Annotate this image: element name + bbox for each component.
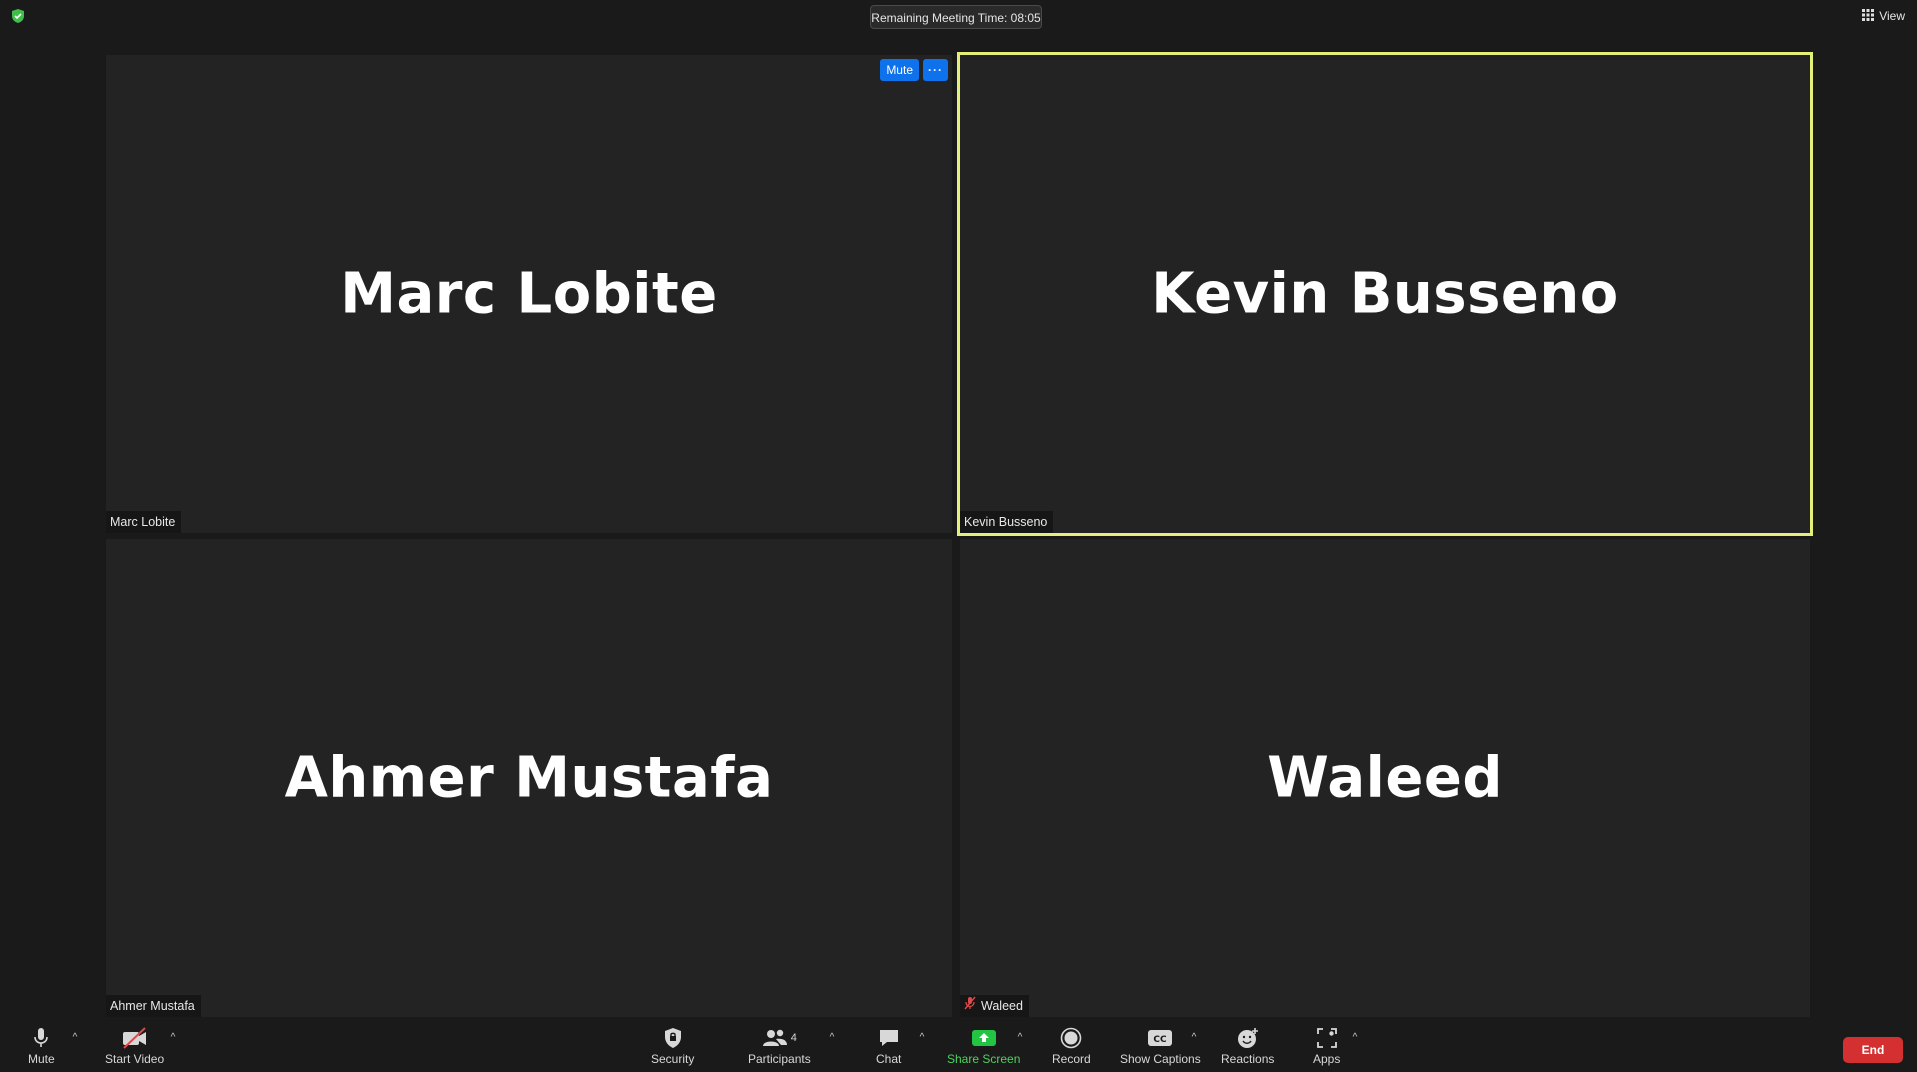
chat-bubble-icon [878, 1026, 900, 1050]
show-captions-label: Show Captions [1120, 1052, 1201, 1066]
participant-name-label: Waleed [960, 995, 1029, 1017]
grid-view-icon [1862, 8, 1875, 24]
chat-button[interactable]: Chat [876, 1026, 901, 1070]
microphone-icon [32, 1026, 50, 1050]
video-tile-kevin-busseno[interactable]: Kevin Busseno Kevin Busseno [957, 52, 1813, 536]
muted-mic-icon [964, 995, 976, 1017]
participant-name-label: Ahmer Mustafa [106, 995, 201, 1017]
audio-options-chevron-up-icon[interactable]: ^ [69, 1032, 81, 1043]
participants-chevron-up-icon[interactable]: ^ [826, 1032, 838, 1043]
apps-icon [1316, 1026, 1338, 1050]
record-icon [1060, 1026, 1082, 1050]
mute-button[interactable]: Mute [28, 1026, 55, 1070]
video-tile-waleed[interactable]: Waleed Waleed [960, 539, 1810, 1017]
participant-name-display: Marc Lobite [340, 261, 718, 327]
encryption-shield-icon[interactable] [10, 8, 26, 24]
security-label: Security [651, 1052, 695, 1066]
share-screen-label: Share Screen [947, 1052, 1021, 1066]
start-video-button[interactable]: Start Video [105, 1026, 164, 1070]
view-button[interactable]: View [1862, 7, 1905, 25]
participant-name-label-text: Kevin Busseno [964, 515, 1048, 529]
participant-name-display: Ahmer Mustafa [284, 745, 774, 811]
video-tile-ahmer-mustafa[interactable]: Ahmer Mustafa Ahmer Mustafa [106, 539, 952, 1017]
chat-label: Chat [876, 1052, 902, 1066]
video-options-chevron-up-icon[interactable]: ^ [167, 1032, 179, 1043]
participant-name-label-text: Marc Lobite [110, 515, 176, 529]
participant-name-label: Marc Lobite [106, 511, 182, 533]
participant-name-label-text: Waleed [981, 999, 1023, 1013]
share-screen-icon [971, 1026, 997, 1050]
captions-chevron-up-icon[interactable]: ^ [1188, 1032, 1200, 1043]
participant-name-label-text: Ahmer Mustafa [110, 999, 195, 1013]
gallery-grid: Marc Lobite Mute ··· Marc Lobite Kevin B… [106, 52, 1813, 1017]
security-button[interactable]: Security [651, 1026, 694, 1070]
record-button[interactable]: Record [1052, 1026, 1091, 1070]
top-bar: Remaining Meeting Time: 08:05 View [0, 0, 1917, 40]
tile-actions: Mute ··· [880, 59, 948, 81]
video-tile-marc-lobite[interactable]: Marc Lobite Mute ··· Marc Lobite [106, 55, 952, 533]
remaining-meeting-time: Remaining Meeting Time: 08:05 [870, 5, 1042, 29]
apps-label: Apps [1313, 1052, 1341, 1066]
svg-text:CC: CC [1154, 1035, 1168, 1045]
participants-icon: 4 [762, 1026, 797, 1050]
participant-name-display: Kevin Busseno [1151, 261, 1619, 327]
view-label: View [1879, 9, 1905, 23]
chat-chevron-up-icon[interactable]: ^ [916, 1032, 928, 1043]
share-screen-chevron-up-icon[interactable]: ^ [1014, 1032, 1026, 1043]
start-video-label: Start Video [105, 1052, 165, 1066]
closed-captions-icon: CC [1147, 1026, 1173, 1050]
participants-count: 4 [790, 1032, 797, 1044]
participants-label: Participants [748, 1052, 811, 1066]
mute-label: Mute [28, 1052, 55, 1066]
participant-name-label: Kevin Busseno [960, 511, 1054, 533]
meeting-toolbar: Mute ^ Start Video ^ Security 4 Particip… [0, 1020, 1917, 1072]
video-off-icon [121, 1026, 149, 1050]
apps-chevron-up-icon[interactable]: ^ [1349, 1032, 1361, 1043]
end-meeting-button[interactable]: End [1843, 1037, 1903, 1063]
share-screen-button[interactable]: Share Screen [947, 1026, 1020, 1070]
tile-more-options-button[interactable]: ··· [923, 59, 948, 81]
participant-name-display: Waleed [1267, 745, 1503, 811]
reactions-button[interactable]: Reactions [1221, 1026, 1274, 1070]
record-label: Record [1052, 1052, 1091, 1066]
reactions-smiley-icon [1236, 1026, 1260, 1050]
security-shield-icon [663, 1026, 683, 1050]
reactions-label: Reactions [1221, 1052, 1275, 1066]
tile-mute-button[interactable]: Mute [880, 59, 919, 81]
apps-button[interactable]: Apps [1313, 1026, 1340, 1070]
participants-button[interactable]: 4 Participants [748, 1026, 811, 1070]
